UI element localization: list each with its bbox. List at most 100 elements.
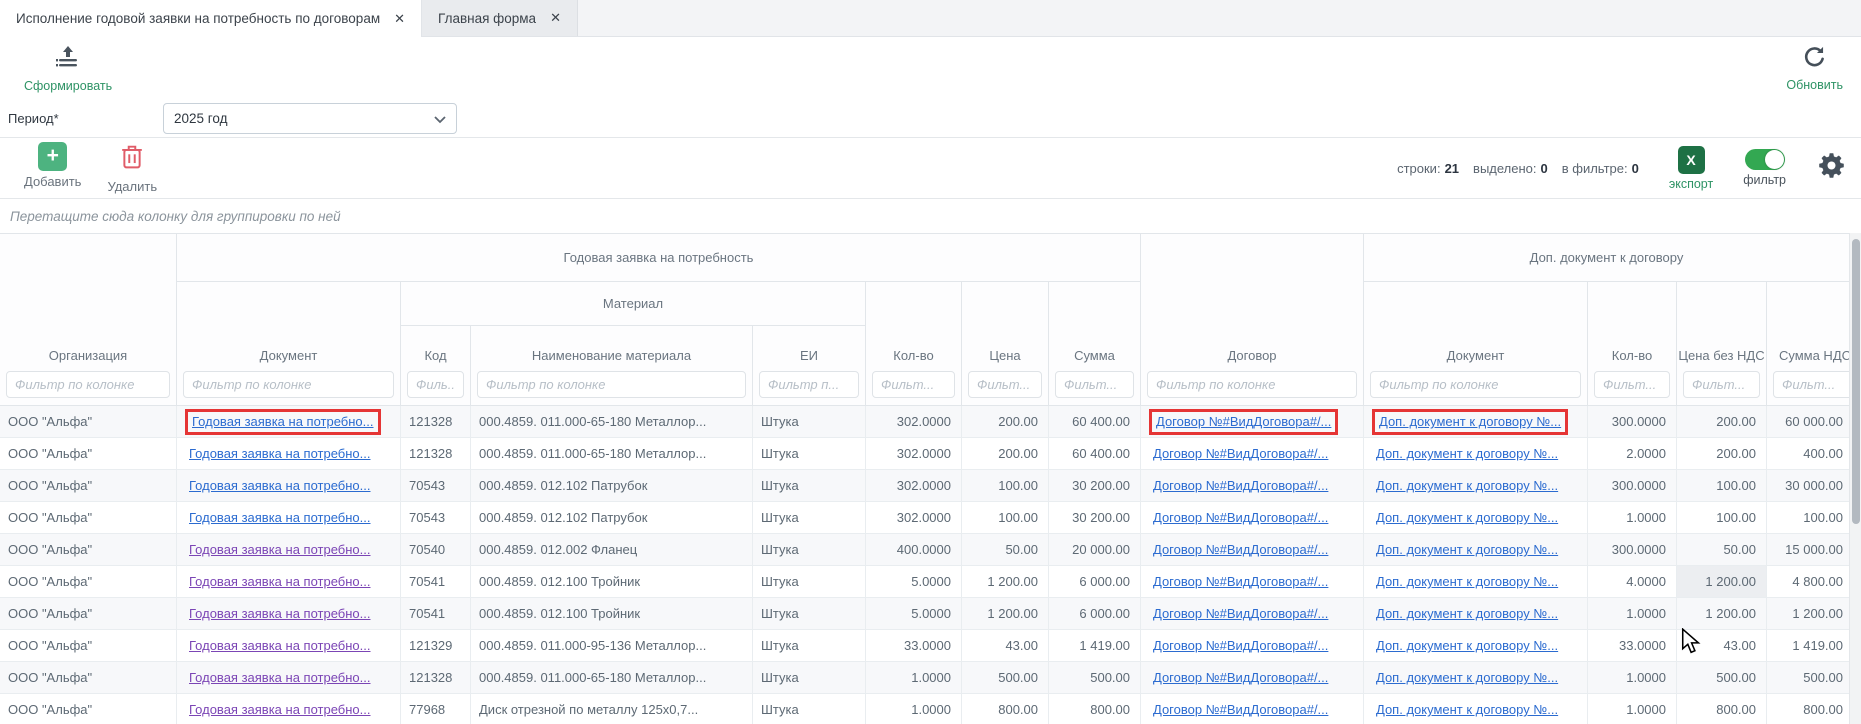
contract-link[interactable]: Договор №#ВидДоговора#/... [1153, 606, 1328, 621]
addendum-doc-link[interactable]: Доп. документ к договору №... [1376, 702, 1558, 717]
addendum-doc-link[interactable]: Доп. документ к договору №... [1376, 510, 1558, 525]
cell-contract[interactable]: Договор №#ВидДоговора#/... [1141, 630, 1364, 661]
contract-link[interactable]: Договор №#ВидДоговора#/... [1153, 638, 1328, 653]
column-header-unit[interactable]: ЕИ [753, 326, 866, 406]
cell-dopdoc[interactable]: Доп. документ к договору №... [1364, 406, 1588, 437]
cell-dopdoc[interactable]: Доп. документ к договору №... [1364, 534, 1588, 565]
delete-button[interactable]: Удалить [107, 142, 157, 194]
tab-execution-annual-request[interactable]: Исполнение годовой заявки на потребность… [0, 0, 422, 37]
cell-dopdoc[interactable]: Доп. документ к договору №... [1364, 566, 1588, 597]
cell-dopdoc[interactable]: Доп. документ к договору №... [1364, 502, 1588, 533]
cell-doc[interactable]: Годовая заявка на потребно... [177, 534, 401, 565]
addendum-doc-link[interactable]: Доп. документ к договору №... [1376, 446, 1558, 461]
filter-input-unit[interactable] [759, 371, 859, 398]
contract-link[interactable]: Договор №#ВидДоговора#/... [1153, 510, 1328, 525]
cell-contract[interactable]: Договор №#ВидДоговора#/... [1141, 406, 1364, 437]
addendum-doc-link[interactable]: Доп. документ к договору №... [1376, 670, 1558, 685]
cell-doc[interactable]: Годовая заявка на потребно... [177, 694, 401, 724]
annual-request-link[interactable]: Годовая заявка на потребно... [189, 606, 371, 621]
column-header-qty2[interactable]: Кол-во [1588, 282, 1677, 406]
addendum-doc-link[interactable]: Доп. документ к договору №... [1379, 414, 1561, 429]
contract-link[interactable]: Договор №#ВидДоговора#/... [1153, 446, 1328, 461]
cell-contract[interactable]: Договор №#ВидДоговора#/... [1141, 534, 1364, 565]
filter-input-sum[interactable] [1055, 371, 1134, 398]
filter-input-code[interactable] [407, 371, 464, 398]
addendum-doc-link[interactable]: Доп. документ к договору №... [1376, 478, 1558, 493]
add-button[interactable]: + Добавить [24, 142, 81, 194]
filter-input-contract[interactable] [1147, 371, 1357, 398]
period-select[interactable]: 2025 год [163, 103, 457, 134]
column-header-code[interactable]: Код [401, 326, 471, 406]
filter-input-org[interactable] [6, 371, 170, 398]
cell-doc[interactable]: Годовая заявка на потребно... [177, 598, 401, 629]
cell-doc[interactable]: Годовая заявка на потребно... [177, 502, 401, 533]
cell-contract[interactable]: Договор №#ВидДоговора#/... [1141, 694, 1364, 724]
column-header-qty[interactable]: Кол-во [866, 282, 962, 406]
annual-request-link[interactable]: Годовая заявка на потребно... [189, 574, 371, 589]
annual-request-link[interactable]: Годовая заявка на потребно... [189, 510, 371, 525]
filter-toggle[interactable]: фильтр [1743, 149, 1786, 187]
cell-contract[interactable]: Договор №#ВидДоговора#/... [1141, 598, 1364, 629]
annual-request-link[interactable]: Годовая заявка на потребно... [189, 446, 371, 461]
annual-request-link[interactable]: Годовая заявка на потребно... [189, 542, 371, 557]
cell-dopdoc[interactable]: Доп. документ к договору №... [1364, 630, 1588, 661]
addendum-doc-link[interactable]: Доп. документ к договору №... [1376, 542, 1558, 557]
scrollbar-thumb[interactable] [1852, 239, 1860, 524]
column-header-price-no-vat[interactable]: Цена без НДС [1677, 282, 1767, 406]
contract-link[interactable]: Договор №#ВидДоговора#/... [1153, 702, 1328, 717]
filter-input-price-no-vat[interactable] [1683, 371, 1760, 398]
filter-input-material-name[interactable] [477, 371, 746, 398]
filter-input-qty2[interactable] [1594, 371, 1670, 398]
column-header-doc[interactable]: Документ [177, 282, 401, 406]
close-icon[interactable]: ✕ [550, 10, 561, 26]
tab-main-form[interactable]: Главная форма ✕ [422, 0, 578, 36]
annual-request-link[interactable]: Годовая заявка на потребно... [189, 670, 371, 685]
filter-input-qty[interactable] [872, 371, 955, 398]
contract-link[interactable]: Договор №#ВидДоговора#/... [1153, 574, 1328, 589]
cell-dopdoc[interactable]: Доп. документ к договору №... [1364, 598, 1588, 629]
cell-contract[interactable]: Договор №#ВидДоговора#/... [1141, 470, 1364, 501]
annual-request-link[interactable]: Годовая заявка на потребно... [192, 414, 374, 429]
cell-doc[interactable]: Годовая заявка на потребно... [177, 566, 401, 597]
cell-contract[interactable]: Договор №#ВидДоговора#/... [1141, 438, 1364, 469]
close-icon[interactable]: ✕ [394, 11, 405, 27]
cell-doc[interactable]: Годовая заявка на потребно... [177, 470, 401, 501]
contract-link[interactable]: Договор №#ВидДоговора#/... [1156, 414, 1331, 429]
filter-input-addendum-doc[interactable] [1370, 371, 1581, 398]
refresh-button[interactable]: Обновить [1786, 44, 1843, 92]
toggle-on-icon[interactable] [1745, 149, 1785, 170]
column-header-addendum-doc[interactable]: Документ [1364, 282, 1588, 406]
cell-dopdoc[interactable]: Доп. документ к договору №... [1364, 438, 1588, 469]
cell-dopdoc[interactable]: Доп. документ к договору №... [1364, 662, 1588, 693]
addendum-doc-link[interactable]: Доп. документ к договору №... [1376, 638, 1558, 653]
filter-input-price[interactable] [968, 371, 1042, 398]
contract-link[interactable]: Договор №#ВидДоговора#/... [1153, 670, 1328, 685]
addendum-doc-link[interactable]: Доп. документ к договору №... [1376, 574, 1558, 589]
column-header-sum[interactable]: Сумма [1049, 282, 1141, 406]
cell-doc[interactable]: Годовая заявка на потребно... [177, 630, 401, 661]
export-excel-button[interactable]: X экспорт [1669, 146, 1713, 191]
column-header-sum-vat[interactable]: Сумма НДС [1767, 282, 1849, 406]
column-header-contract[interactable]: Договор [1141, 234, 1364, 406]
annual-request-link[interactable]: Годовая заявка на потребно... [189, 702, 371, 717]
cell-doc[interactable]: Годовая заявка на потребно... [177, 406, 401, 437]
cell-contract[interactable]: Договор №#ВидДоговора#/... [1141, 662, 1364, 693]
cell-dopdoc[interactable]: Доп. документ к договору №... [1364, 470, 1588, 501]
generate-button[interactable]: Сформировать [24, 44, 112, 93]
cell-doc[interactable]: Годовая заявка на потребно... [177, 438, 401, 469]
contract-link[interactable]: Договор №#ВидДоговора#/... [1153, 542, 1328, 557]
column-header-material-name[interactable]: Наименование материала [471, 326, 753, 406]
filter-input-doc[interactable] [183, 371, 394, 398]
filter-input-sum-vat[interactable] [1773, 371, 1849, 398]
vertical-scrollbar[interactable] [1849, 233, 1861, 724]
cell-dopdoc[interactable]: Доп. документ к договору №... [1364, 694, 1588, 724]
annual-request-link[interactable]: Годовая заявка на потребно... [189, 638, 371, 653]
cell-contract[interactable]: Договор №#ВидДоговора#/... [1141, 502, 1364, 533]
column-header-org[interactable]: Организация [0, 234, 177, 406]
cell-doc[interactable]: Годовая заявка на потребно... [177, 662, 401, 693]
contract-link[interactable]: Договор №#ВидДоговора#/... [1153, 478, 1328, 493]
cell-contract[interactable]: Договор №#ВидДоговора#/... [1141, 566, 1364, 597]
addendum-doc-link[interactable]: Доп. документ к договору №... [1376, 606, 1558, 621]
column-header-price[interactable]: Цена [962, 282, 1049, 406]
annual-request-link[interactable]: Годовая заявка на потребно... [189, 478, 371, 493]
